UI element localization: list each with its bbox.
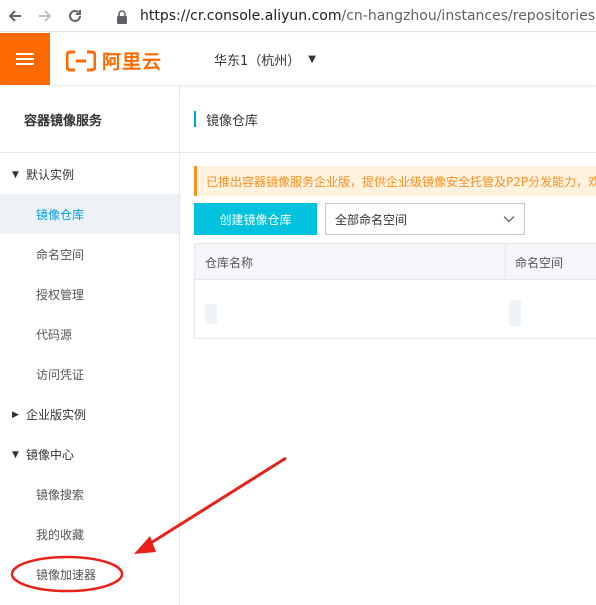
page-title: 镜像仓库 xyxy=(206,113,259,129)
menu-icon xyxy=(16,53,34,65)
sidebar-item-code-source[interactable]: 代码源 xyxy=(0,314,179,354)
sidebar-item-label: 代码源 xyxy=(36,327,73,342)
column-header-namespace[interactable]: 命名空间 xyxy=(505,244,596,280)
page-header: 镜像仓库 xyxy=(194,110,259,129)
back-icon[interactable] xyxy=(0,1,30,31)
namespace-select[interactable]: 全部命名空间 xyxy=(325,203,525,235)
sidebar-item-label: 镜像仓库 xyxy=(36,207,85,222)
sidebar: 容器镜像服务 ▼ 默认实例 镜像仓库 命名空间 授权管理 代码源 访问凭证 ▶ … xyxy=(0,86,180,605)
create-repository-button[interactable]: 创建镜像仓库 xyxy=(194,203,317,235)
sidebar-item-label: 授权管理 xyxy=(36,287,85,302)
sidebar-item-label: 我的收藏 xyxy=(36,527,85,542)
notice-text: 已推出容器镜像服务企业版，提供企业级镜像安全托管及P2P分发能力，欢 xyxy=(206,174,596,189)
address-bar[interactable]: https://cr.console.aliyun.com/cn-hangzho… xyxy=(140,3,595,29)
sidebar-group-enterprise-instance[interactable]: ▶ 企业版实例 xyxy=(12,406,86,423)
lock-icon xyxy=(116,9,128,28)
logo-text: 阿里云 xyxy=(102,51,163,73)
console-header: 阿里云 华东1（杭州） ▼ xyxy=(0,33,596,85)
sidebar-item-label: 命名空间 xyxy=(36,247,85,262)
sidebar-item-label: 镜像搜索 xyxy=(36,487,85,502)
sidebar-group-image-center[interactable]: ▼ 镜像中心 xyxy=(12,446,74,463)
table-header: 仓库名称 命名空间 xyxy=(195,244,596,280)
title-accent-bar xyxy=(194,111,196,127)
forward-icon[interactable] xyxy=(30,1,60,31)
redacted-cell xyxy=(205,304,217,324)
aliyun-logo[interactable]: 阿里云 xyxy=(66,47,162,74)
sidebar-title: 容器镜像服务 xyxy=(24,114,103,129)
sidebar-group-default-instance[interactable]: ▼ 默认实例 xyxy=(12,166,74,183)
sidebar-divider xyxy=(0,152,180,153)
sidebar-item-favorites[interactable]: 我的收藏 xyxy=(0,514,179,554)
caret-down-icon: ▼ xyxy=(308,54,316,65)
region-selector[interactable]: 华东1（杭州） ▼ xyxy=(214,50,316,69)
sidebar-item-authorization[interactable]: 授权管理 xyxy=(0,274,179,314)
namespace-select-value: 全部命名空间 xyxy=(335,212,408,227)
triangle-down-icon: ▼ xyxy=(12,449,19,460)
sidebar-item-access-credentials[interactable]: 访问凭证 xyxy=(0,354,179,394)
sidebar-group-label: 企业版实例 xyxy=(26,408,87,422)
reload-icon[interactable] xyxy=(60,1,90,31)
sidebar-group-label: 默认实例 xyxy=(26,168,75,182)
url-path: /cn-hangzhou/instances/repositories xyxy=(341,8,596,24)
sidebar-item-namespaces[interactable]: 命名空间 xyxy=(0,234,179,274)
sidebar-group-label: 镜像中心 xyxy=(26,448,75,462)
aliyun-logo-icon xyxy=(66,50,96,71)
header-divider xyxy=(180,152,596,153)
sidebar-item-image-search[interactable]: 镜像搜索 xyxy=(0,474,179,514)
sidebar-item-label: 访问凭证 xyxy=(36,367,85,382)
triangle-down-icon: ▼ xyxy=(12,169,19,180)
repository-table: 仓库名称 命名空间 xyxy=(194,243,596,339)
url-host: https://cr.console.aliyun.com xyxy=(140,8,342,24)
redacted-cell xyxy=(509,300,521,326)
hamburger-menu-button[interactable] xyxy=(0,33,50,85)
enterprise-notice-banner: 已推出容器镜像服务企业版，提供企业级镜像安全托管及P2P分发能力，欢 xyxy=(194,166,596,196)
column-header-repo-name[interactable]: 仓库名称 xyxy=(195,244,505,280)
sidebar-item-repositories[interactable]: 镜像仓库 xyxy=(0,194,179,234)
chevron-down-icon xyxy=(502,212,516,229)
sidebar-item-label: 镜像加速器 xyxy=(36,567,97,582)
region-label: 华东1（杭州） xyxy=(214,54,301,69)
triangle-right-icon: ▶ xyxy=(12,409,19,420)
sidebar-item-image-accelerator[interactable]: 镜像加速器 xyxy=(0,554,179,594)
